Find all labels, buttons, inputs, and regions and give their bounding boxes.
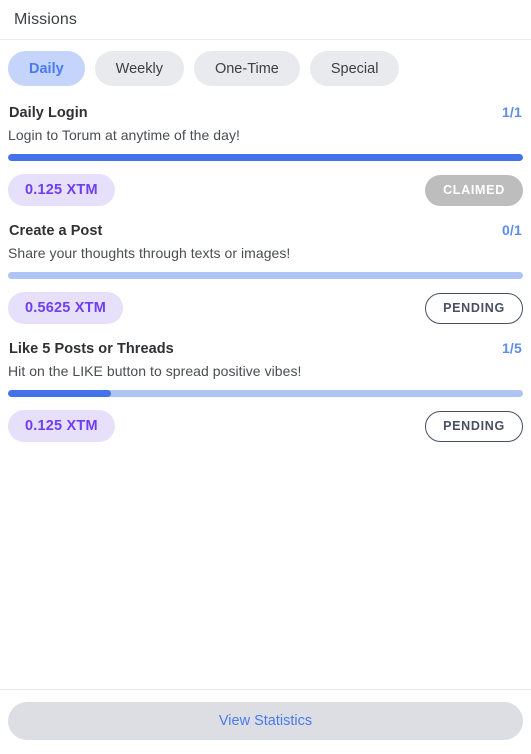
mission-footer-row: 0.125 XTM CLAIMED	[8, 174, 523, 206]
mission-progress-bar	[8, 154, 523, 161]
mission-description: Login to Torum at anytime of the day!	[8, 127, 240, 143]
mission-progress-fill	[8, 390, 111, 397]
mission-title: Create a Post	[9, 223, 103, 239]
mission-progress-fill	[8, 154, 523, 161]
mission-title: Daily Login	[9, 105, 88, 121]
mission-description: Share your thoughts through texts or ima…	[8, 245, 291, 261]
mission-status-button[interactable]: CLAIMED	[425, 174, 523, 206]
tab-special[interactable]: Special	[309, 51, 400, 86]
mission-progress-bar	[8, 390, 523, 397]
mission-progress-counter: 1/5	[501, 340, 522, 356]
tab-one-time[interactable]: One-Time	[193, 51, 300, 86]
mission-progress-counter: 0/1	[501, 222, 522, 238]
mission-reward-chip: 0.125 XTM	[8, 410, 115, 442]
mission-header-row: Create a Post 0/1	[8, 222, 523, 239]
mission-footer-row: 0.125 XTM PENDING	[8, 410, 523, 442]
panel-header: Missions	[0, 0, 531, 40]
mission-header-row: Daily Login 1/1	[8, 104, 523, 121]
mission-card: Daily Login 1/1 Login to Torum at anytim…	[8, 98, 523, 216]
mission-list: Daily Login 1/1 Login to Torum at anytim…	[0, 98, 531, 689]
mission-card: Like 5 Posts or Threads 1/5 Hit on the L…	[8, 334, 523, 452]
mission-card: Create a Post 0/1 Share your thoughts th…	[8, 216, 523, 334]
mission-header-row: Like 5 Posts or Threads 1/5	[8, 340, 523, 357]
mission-footer-row: 0.5625 XTM PENDING	[8, 292, 523, 324]
mission-status-button[interactable]: PENDING	[425, 292, 523, 324]
mission-reward-chip: 0.125 XTM	[8, 174, 115, 206]
page-title: Missions	[14, 10, 78, 28]
mission-description: Hit on the LIKE button to spread positiv…	[8, 363, 302, 379]
mission-progress-counter: 1/1	[501, 104, 522, 120]
mission-progress-bar	[8, 272, 523, 279]
panel-footer: View Statistics	[0, 689, 531, 754]
tab-daily[interactable]: Daily	[8, 51, 85, 86]
tab-weekly[interactable]: Weekly	[94, 51, 184, 86]
mission-title: Like 5 Posts or Threads	[9, 341, 174, 357]
missions-panel: Missions Daily Weekly One-Time Special D…	[0, 0, 531, 754]
mission-category-tabs: Daily Weekly One-Time Special	[0, 40, 531, 98]
view-statistics-button[interactable]: View Statistics	[8, 702, 523, 740]
mission-reward-chip: 0.5625 XTM	[8, 292, 123, 324]
mission-status-button[interactable]: PENDING	[425, 410, 523, 442]
